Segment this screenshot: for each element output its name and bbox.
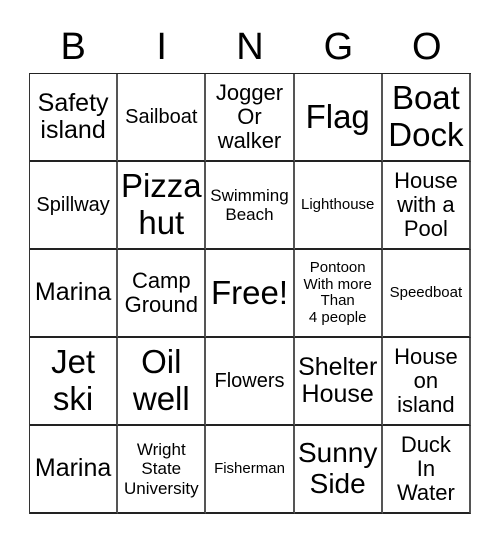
bingo-cell-label: Spillway bbox=[36, 194, 110, 216]
bingo-cell[interactable]: Flowers bbox=[206, 338, 295, 426]
bingo-cell-label: Swimming Beach bbox=[210, 185, 289, 224]
bingo-cell[interactable]: Safety island bbox=[30, 74, 119, 162]
bingo-cell[interactable]: House with a Pool bbox=[382, 162, 471, 250]
bingo-cell-label: Lighthouse bbox=[300, 195, 375, 213]
bingo-cell-label: Fisherman bbox=[214, 459, 285, 477]
bingo-cell-label: Marina bbox=[34, 454, 112, 483]
bingo-cell-label: Flag bbox=[305, 97, 370, 135]
bingo-cell-label: Jet ski bbox=[51, 343, 96, 417]
bingo-cell-label: Sunny Side bbox=[297, 437, 378, 499]
bingo-cell-label: Sailboat bbox=[125, 106, 198, 128]
bingo-cell-label: Pizza hut bbox=[120, 167, 202, 241]
bingo-cell-label: Flowers bbox=[214, 370, 285, 392]
bingo-cell[interactable]: House on island bbox=[382, 338, 471, 426]
bingo-cell[interactable]: Swimming Beach bbox=[206, 162, 295, 250]
bingo-cell-label: Boat Dock bbox=[388, 79, 464, 153]
bingo-cell-label: Camp Ground bbox=[124, 267, 198, 317]
bingo-cell[interactable]: Speedboat bbox=[382, 250, 471, 338]
bingo-cell-label: Marina bbox=[34, 278, 112, 307]
bingo-cell-label: Oil well bbox=[132, 343, 190, 417]
bingo-cell[interactable]: Jet ski bbox=[30, 338, 119, 426]
bingo-grid: Safety island Sailboat Jogger Or walker Fla… bbox=[29, 73, 471, 514]
bingo-cell[interactable]: Jogger Or walker bbox=[206, 74, 295, 162]
bingo-cell[interactable]: Duck In Water bbox=[382, 426, 471, 514]
bingo-cell[interactable]: Spillway bbox=[30, 162, 119, 250]
bingo-cell[interactable]: Sunny Side bbox=[294, 426, 383, 514]
bingo-cell[interactable]: Lighthouse bbox=[294, 162, 383, 250]
header-letter-i: I bbox=[156, 26, 167, 68]
bingo-cell-label: Wright State University bbox=[123, 440, 199, 498]
bingo-cell[interactable]: Free! bbox=[206, 250, 295, 338]
bingo-cell[interactable]: Flag bbox=[294, 74, 383, 162]
bingo-cell-label: Pontoon With more Than 4 people bbox=[303, 259, 372, 326]
header-letter-g: G bbox=[323, 26, 354, 68]
header-letter-n: N bbox=[236, 26, 264, 68]
bingo-cell[interactable]: Pizza hut bbox=[118, 162, 207, 250]
bingo-cell-label: Shelter House bbox=[298, 352, 378, 408]
bingo-cell-label: House with a Pool bbox=[394, 167, 458, 242]
header-letter-o: O bbox=[412, 26, 442, 68]
bingo-cell[interactable]: Boat Dock bbox=[382, 74, 471, 162]
bingo-cell[interactable]: Pontoon With more Than 4 people bbox=[294, 250, 383, 338]
bingo-cell[interactable]: Marina bbox=[30, 250, 119, 338]
bingo-cell-label: Safety island bbox=[37, 88, 109, 144]
bingo-cell[interactable]: Marina bbox=[30, 426, 119, 514]
bingo-cell-label: Free! bbox=[210, 273, 288, 311]
bingo-cell[interactable]: Camp Ground bbox=[118, 250, 207, 338]
bingo-cell[interactable]: Fisherman bbox=[206, 426, 295, 514]
bingo-cell-label: Speedboat bbox=[389, 283, 463, 301]
bingo-cell-label: Duck In Water bbox=[396, 431, 455, 506]
bingo-cell-label: House on island bbox=[394, 343, 458, 418]
bingo-header: B I N G O bbox=[29, 22, 471, 72]
bingo-cell-label: Jogger Or walker bbox=[215, 79, 284, 154]
bingo-cell[interactable]: Shelter House bbox=[294, 338, 383, 426]
bingo-cell[interactable]: Oil well bbox=[118, 338, 207, 426]
bingo-cell[interactable]: Sailboat bbox=[118, 74, 207, 162]
bingo-cell[interactable]: Wright State University bbox=[118, 426, 207, 514]
header-letter-b: B bbox=[60, 26, 86, 68]
